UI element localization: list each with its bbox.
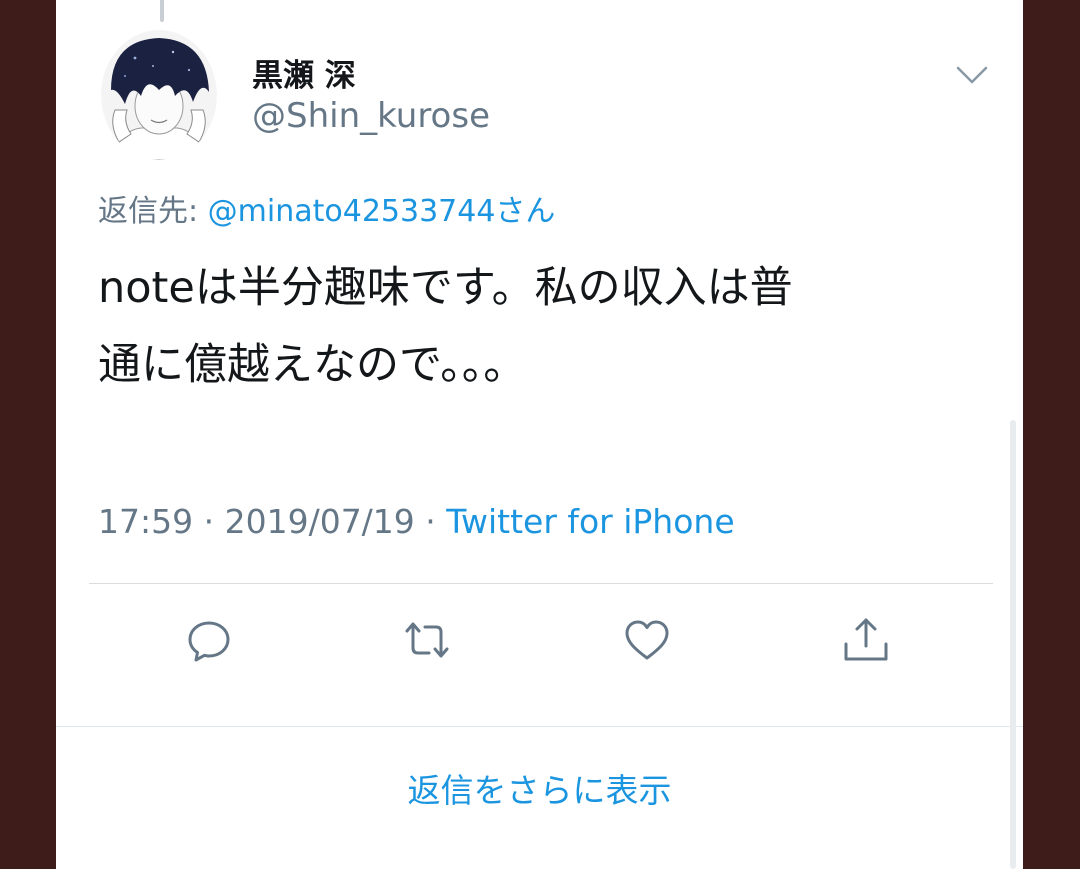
reply-context: 返信先: @minato42533744さん — [98, 186, 555, 230]
tweet-text-line: 通に億越えなので。。。 — [98, 340, 527, 390]
tweet-text-line: noteは半分趣味です。私の収入は普 — [98, 263, 793, 313]
tweet-text: noteは半分趣味です。私の収入は普 通に億越えなので。。。 — [98, 250, 978, 404]
share-button[interactable] — [840, 614, 892, 666]
heart-icon — [625, 620, 669, 660]
reply-mention-link[interactable]: @minato42533744さん — [208, 194, 556, 229]
tweet-time[interactable]: 17:59 — [98, 502, 193, 541]
share-icon — [844, 618, 888, 661]
screen: 黒瀬 深 @Shin_kurose 返信先: @minato42533744さん… — [0, 0, 1080, 869]
meta-separator: · — [414, 502, 447, 541]
section-divider — [56, 726, 1023, 727]
retweet-button[interactable] — [401, 614, 453, 666]
avatar[interactable] — [101, 30, 217, 160]
more-options-button[interactable] — [954, 60, 990, 90]
chevron-down-icon — [956, 66, 988, 84]
thread-connector-line — [160, 0, 164, 22]
retweet-icon — [405, 622, 449, 658]
tweet-source-link[interactable]: Twitter for iPhone — [446, 502, 734, 541]
reply-button[interactable] — [183, 614, 235, 666]
tweet-card: 黒瀬 深 @Shin_kurose 返信先: @minato42533744さん… — [56, 0, 1023, 869]
divider — [89, 583, 993, 584]
tweet-date[interactable]: 2019/07/19 — [225, 502, 415, 541]
show-more-replies-link[interactable]: 返信をさらに表示 — [56, 764, 1023, 812]
display-name[interactable]: 黒瀬 深 — [252, 50, 356, 95]
meta-separator: · — [193, 502, 225, 541]
reply-prefix: 返信先: — [98, 194, 208, 229]
tweet-metadata: 17:59 · 2019/07/19 · Twitter for iPhone — [98, 502, 735, 541]
user-handle[interactable]: @Shin_kurose — [252, 96, 490, 136]
like-button[interactable] — [621, 614, 673, 666]
reply-icon — [188, 621, 230, 662]
scrollbar[interactable] — [1010, 420, 1016, 869]
